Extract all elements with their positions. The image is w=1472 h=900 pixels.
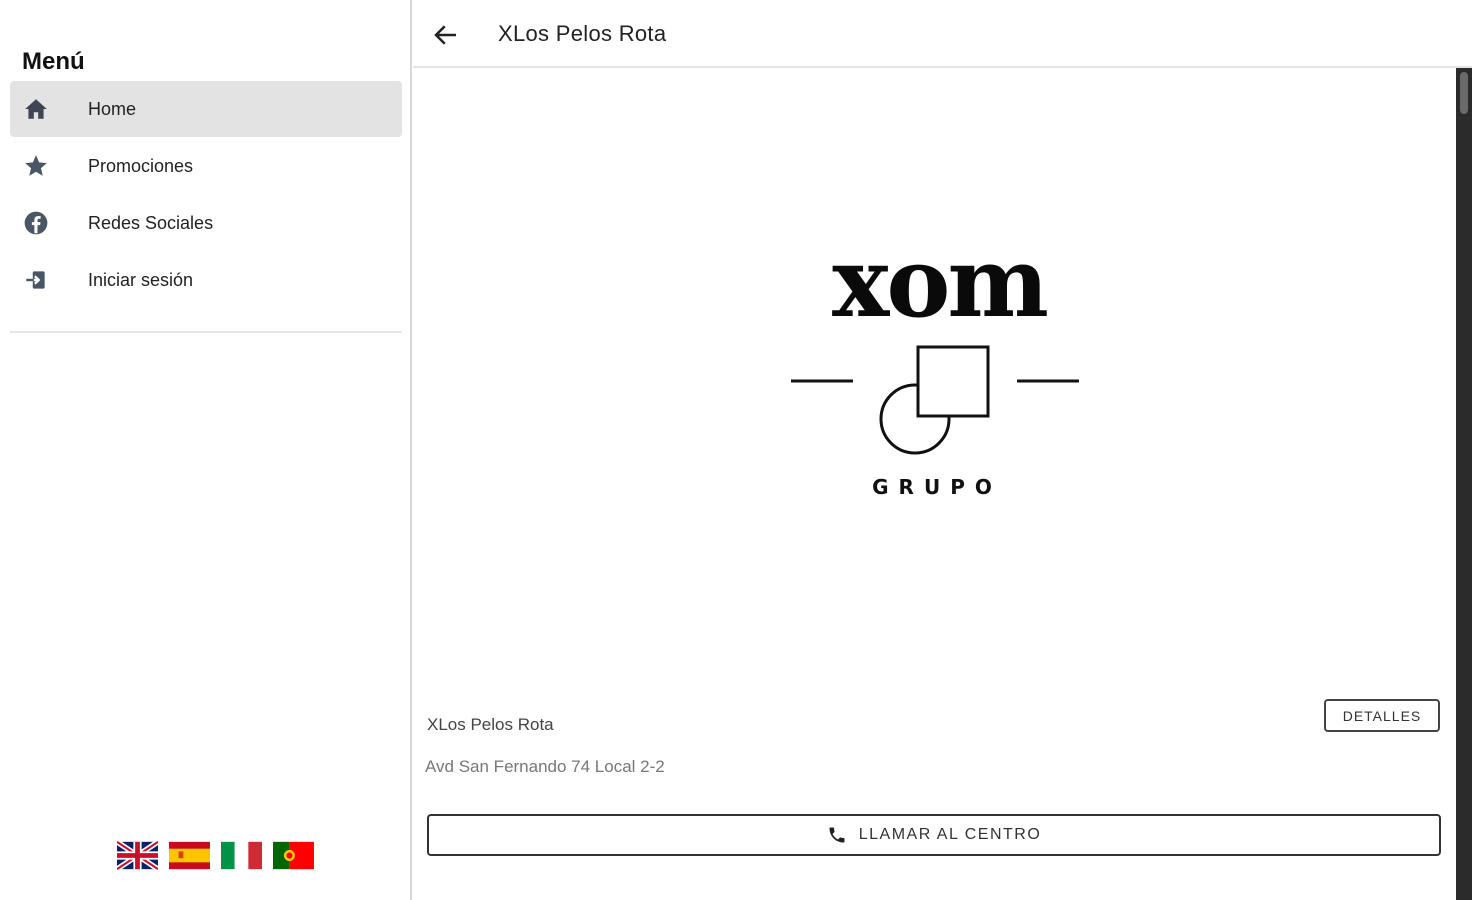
scrollbar[interactable] [1456, 68, 1472, 900]
sidebar-item-label: Redes Sociales [88, 212, 214, 233]
flag-italy-icon[interactable] [221, 840, 262, 871]
sidebar-item-label: Promociones [88, 155, 194, 176]
home-icon [22, 95, 50, 123]
scroll-thumb[interactable] [1460, 72, 1468, 114]
sidebar-item-redes-sociales[interactable]: Redes Sociales [10, 195, 402, 251]
brand-logo: xom GRUPO [791, 232, 1079, 499]
login-icon [22, 266, 50, 294]
call-button-label: LLAMAR AL CENTRO [858, 826, 1042, 843]
sidebar-menu: Menú Home Promociones Redes Sociales Ini… [0, 0, 412, 900]
venue-name: XLos Pelos Rota [427, 715, 554, 734]
sidebar-item-promociones[interactable]: Promociones [10, 138, 402, 194]
logo-subtitle: GRUPO [872, 475, 1002, 499]
details-button[interactable]: DETALLES [1324, 699, 1440, 732]
star-icon [22, 152, 50, 180]
sidebar-item-label: Home [88, 98, 137, 119]
language-selector [117, 840, 314, 871]
facebook-icon [22, 209, 50, 237]
sidebar-divider [10, 331, 402, 333]
main-content: XLos Pelos Rota xom GRUPO XLos Pelos Rot… [413, 0, 1472, 900]
page-title: XLos Pelos Rota [498, 21, 667, 46]
logo-wordmark: xom [832, 232, 1047, 339]
call-center-button[interactable]: LLAMAR AL CENTRO [427, 814, 1441, 856]
sidebar-item-label: Iniciar sesión [88, 269, 194, 290]
flag-spain-icon[interactable] [169, 840, 210, 871]
nav-list: Home Promociones Redes Sociales Iniciar … [10, 81, 402, 309]
flag-uk-icon[interactable] [117, 840, 158, 871]
menu-title: Menú [22, 48, 85, 75]
flag-portugal-icon[interactable] [273, 840, 314, 871]
app-bar: XLos Pelos Rota [413, 0, 1472, 68]
venue-address: Avd San Fernando 74 Local 2-2 [425, 757, 665, 776]
arrow-left-icon[interactable] [431, 20, 461, 50]
sidebar-item-iniciar-sesion[interactable]: Iniciar sesión [10, 252, 402, 308]
phone-icon [827, 825, 847, 845]
sidebar-item-home[interactable]: Home [10, 81, 402, 137]
